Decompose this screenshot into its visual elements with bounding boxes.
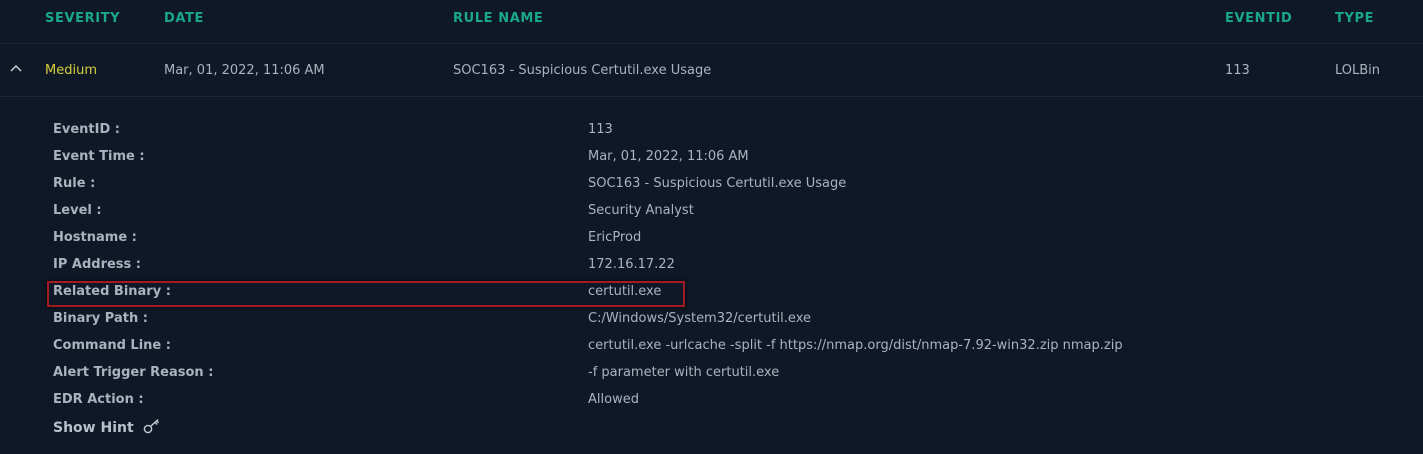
detail-row-binary-path: Binary Path : C:/Windows/System32/certut… <box>0 311 1423 338</box>
alert-type: LOLBin <box>1335 63 1381 78</box>
column-header-severity[interactable]: SEVERITY <box>45 11 120 26</box>
detail-label: Hostname : <box>53 230 137 245</box>
column-header-type[interactable]: TYPE <box>1335 11 1374 26</box>
alert-eventid: 113 <box>1225 63 1250 78</box>
alert-date: Mar, 01, 2022, 11:06 AM <box>164 63 325 78</box>
detail-value: Mar, 01, 2022, 11:06 AM <box>588 149 749 164</box>
detail-value: Allowed <box>588 392 639 407</box>
detail-label: IP Address : <box>53 257 141 272</box>
detail-row-alert-trigger-reason: Alert Trigger Reason : -f parameter with… <box>0 365 1423 392</box>
detail-label: Event Time : <box>53 149 145 164</box>
detail-row-edr-action: EDR Action : Allowed <box>0 392 1423 419</box>
detail-value: C:/Windows/System32/certutil.exe <box>588 311 811 326</box>
alert-details-panel: EventID : 113 Event Time : Mar, 01, 2022… <box>0 97 1423 454</box>
alert-rule-name: SOC163 - Suspicious Certutil.exe Usage <box>453 63 712 78</box>
detail-label: Related Binary : <box>53 284 171 299</box>
detail-value: 172.16.17.22 <box>588 257 675 272</box>
detail-row-ip-address: IP Address : 172.16.17.22 <box>0 257 1423 284</box>
column-header-rule-name[interactable]: RULE NAME <box>453 11 543 26</box>
detail-row-hostname: Hostname : EricProd <box>0 230 1423 257</box>
table-header: SEVERITY DATE RULE NAME EVENTID TYPE <box>0 0 1423 44</box>
detail-value: 113 <box>588 122 613 137</box>
detail-label: Binary Path : <box>53 311 148 326</box>
alert-row[interactable]: Medium Mar, 01, 2022, 11:06 AM SOC163 - … <box>0 44 1423 97</box>
detail-row-level: Level : Security Analyst <box>0 203 1423 230</box>
show-hint-button[interactable]: Show Hint <box>53 418 161 436</box>
detail-label: EDR Action : <box>53 392 144 407</box>
detail-row-command-line: Command Line : certutil.exe -urlcache -s… <box>0 338 1423 365</box>
chevron-up-icon[interactable] <box>9 63 23 73</box>
key-icon <box>143 418 159 434</box>
detail-value: certutil.exe <box>588 284 662 299</box>
severity-badge: Medium <box>45 63 97 78</box>
alert-details-page: SEVERITY DATE RULE NAME EVENTID TYPE Med… <box>0 0 1423 454</box>
detail-row-rule: Rule : SOC163 - Suspicious Certutil.exe … <box>0 176 1423 203</box>
detail-value: Security Analyst <box>588 203 694 218</box>
detail-label: EventID : <box>53 122 120 137</box>
column-header-date[interactable]: DATE <box>164 11 204 26</box>
detail-label: Command Line : <box>53 338 171 353</box>
column-header-eventid[interactable]: EVENTID <box>1225 11 1292 26</box>
detail-value: SOC163 - Suspicious Certutil.exe Usage <box>588 176 847 191</box>
detail-row-event-time: Event Time : Mar, 01, 2022, 11:06 AM <box>0 149 1423 176</box>
detail-value: -f parameter with certutil.exe <box>588 365 780 380</box>
detail-value: EricProd <box>588 230 642 245</box>
show-hint-label: Show Hint <box>53 420 134 436</box>
detail-row-related-binary: Related Binary : certutil.exe <box>0 284 1423 311</box>
detail-label: Level : <box>53 203 102 218</box>
detail-value: certutil.exe -urlcache -split -f https:/… <box>588 338 1123 353</box>
detail-label: Alert Trigger Reason : <box>53 365 214 380</box>
detail-label: Rule : <box>53 176 96 191</box>
detail-row-eventid: EventID : 113 <box>0 122 1423 149</box>
